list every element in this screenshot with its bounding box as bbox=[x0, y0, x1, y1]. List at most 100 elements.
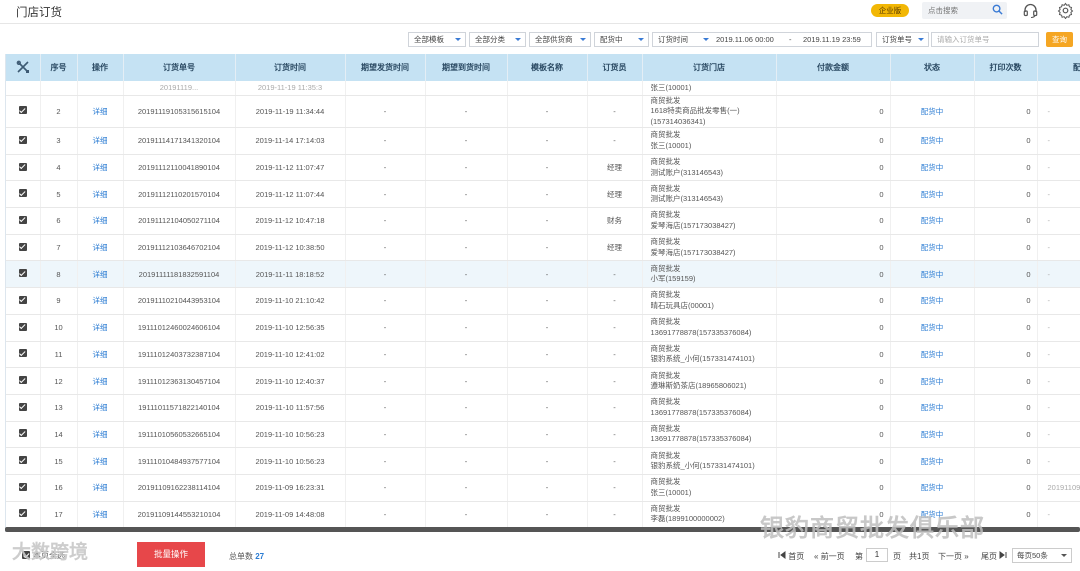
row-checkbox[interactable] bbox=[18, 322, 27, 331]
cell-op[interactable]: 详细 bbox=[77, 474, 124, 502]
row-checkbox[interactable] bbox=[18, 349, 27, 358]
cell-status[interactable]: 配货中 bbox=[890, 367, 975, 395]
table-row[interactable]: 16 详细 20191109162238114104 2019-11-09 16:23… bbox=[6, 474, 1080, 502]
row-checkbox-cell[interactable] bbox=[6, 394, 41, 422]
table-row[interactable]: 13 详细 191110115718221401​04 2019-11-10 11:5… bbox=[6, 394, 1080, 422]
cell-op[interactable]: 详细 bbox=[77, 287, 124, 315]
col-order-time[interactable]: 订货时间 bbox=[235, 54, 346, 81]
date-end[interactable]: 2019.11.19 23:59 bbox=[803, 33, 861, 46]
table-row[interactable]: 10 详细 191110124600246061​04 2019-11-10 12:5… bbox=[6, 314, 1080, 342]
row-checkbox[interactable] bbox=[18, 269, 27, 278]
row-checkbox-cell[interactable] bbox=[6, 447, 41, 475]
cell-op[interactable]: 详细 bbox=[77, 394, 124, 422]
status-dropdown[interactable]: 配货中 bbox=[594, 32, 649, 47]
time-type-label[interactable]: 订货时间 bbox=[658, 33, 688, 46]
cell-op[interactable]: 详细 bbox=[77, 207, 124, 235]
table-row[interactable]: 14 详细 191110105605326651​04 2019-11-10 10:5… bbox=[6, 421, 1080, 449]
row-checkbox-cell[interactable] bbox=[6, 341, 41, 369]
table-row[interactable]: 7 详细 20191112103646702104 2019-11-12 10:38:… bbox=[6, 234, 1080, 262]
cell-op[interactable]: 详细 bbox=[77, 95, 124, 128]
cell-op[interactable]: 详细 bbox=[77, 314, 124, 342]
column-settings-header[interactable] bbox=[6, 54, 41, 81]
cell-status[interactable]: 配货中 bbox=[890, 127, 975, 155]
col-pick-no[interactable]: 配货单号 bbox=[1037, 54, 1080, 81]
col-prints[interactable]: 打印次数 bbox=[974, 54, 1038, 81]
row-checkbox-cell[interactable] bbox=[6, 234, 41, 262]
table-row[interactable]: 4 详细 20191112110041890104 2019-11-12 11:07:… bbox=[6, 154, 1080, 182]
col-amount[interactable]: 付款金额 bbox=[776, 54, 891, 81]
cell-status[interactable]: 配货中 bbox=[890, 207, 975, 235]
cell-op[interactable]: 详细 bbox=[77, 180, 124, 209]
cell-status[interactable]: 配货中 bbox=[890, 314, 975, 342]
col-expect-ship[interactable]: 期望发货时间 bbox=[345, 54, 426, 81]
row-checkbox[interactable] bbox=[18, 429, 27, 438]
cell-status[interactable]: 配货中 bbox=[890, 474, 975, 502]
row-checkbox-cell[interactable] bbox=[6, 127, 41, 155]
date-range-picker[interactable]: 订货时间 2019.11.06 00:00 - 2019.11.19 23:59 bbox=[652, 32, 872, 47]
cell-op[interactable]: 详细 bbox=[77, 154, 124, 182]
wrench-icon[interactable] bbox=[16, 60, 30, 74]
search-input[interactable] bbox=[922, 2, 986, 19]
query-button[interactable]: 查询 bbox=[1046, 32, 1073, 47]
cell-status[interactable]: 配货中 bbox=[890, 421, 975, 449]
cell-op[interactable]: 详细 bbox=[77, 260, 124, 289]
col-expect-arrive[interactable]: 期望到货时间 bbox=[425, 54, 508, 81]
cell-status[interactable]: 配货中 bbox=[890, 95, 975, 128]
row-checkbox-cell[interactable] bbox=[6, 314, 41, 342]
last-page-link[interactable]: 尾页 bbox=[981, 551, 1007, 562]
row-checkbox-cell[interactable] bbox=[6, 287, 41, 315]
row-checkbox[interactable] bbox=[18, 402, 27, 411]
row-checkbox[interactable] bbox=[18, 242, 27, 251]
order-number-input[interactable]: 请输入订货单号 bbox=[931, 32, 1039, 47]
cell-op[interactable]: 详细 bbox=[77, 501, 124, 529]
cell-op[interactable]: 详细 bbox=[77, 127, 124, 155]
table-row[interactable]: 5 详细 20191112110201570104 2019-11-12 11:07:… bbox=[6, 180, 1080, 209]
table-row[interactable]: 9 详细 20191110210443953104 2019-11-10 21:10:… bbox=[6, 287, 1080, 315]
col-order-no[interactable]: 订货单号 bbox=[123, 54, 236, 81]
gear-icon[interactable] bbox=[1057, 2, 1074, 20]
col-store[interactable]: 订货门店 bbox=[642, 54, 777, 81]
table-row[interactable]: 6 详细 20191112104050271104 2019-11-12 10:47:… bbox=[6, 207, 1080, 235]
row-checkbox-cell[interactable] bbox=[6, 81, 41, 96]
cell-status[interactable]: 配货中 bbox=[890, 154, 975, 182]
prev-page-link[interactable]: « 前一页 bbox=[814, 551, 845, 562]
row-checkbox[interactable] bbox=[18, 106, 27, 115]
cell-status[interactable]: 配货中 bbox=[890, 287, 975, 315]
cell-status[interactable]: 配货中 bbox=[890, 341, 975, 369]
cell-op[interactable]: 详细 bbox=[77, 367, 124, 395]
page-number-input[interactable]: 1 bbox=[866, 548, 888, 562]
global-search[interactable] bbox=[922, 2, 1007, 19]
row-checkbox[interactable] bbox=[18, 162, 27, 171]
enterprise-badge[interactable]: 企业版 bbox=[871, 4, 909, 17]
row-checkbox[interactable] bbox=[18, 456, 27, 465]
col-status[interactable]: 状态 bbox=[890, 54, 975, 81]
col-op[interactable]: 操作 bbox=[77, 54, 124, 81]
headset-icon[interactable] bbox=[1022, 2, 1039, 19]
row-checkbox-cell[interactable] bbox=[6, 421, 41, 449]
table-row[interactable]: 8 详细 20191111181832591104 2019-11-11 18:18:… bbox=[6, 260, 1080, 289]
batch-operation-button[interactable]: 批量操作 bbox=[137, 542, 205, 567]
row-checkbox[interactable] bbox=[18, 376, 27, 385]
col-seq[interactable]: 序号 bbox=[40, 54, 78, 81]
cell-op[interactable]: 详细 bbox=[77, 447, 124, 475]
cell-op[interactable]: 详细 bbox=[77, 341, 124, 369]
cell-status[interactable]: 配货中 bbox=[890, 447, 975, 475]
table-row[interactable]: 15 详细 191110104849375771​04 2019-11-10 10:5… bbox=[6, 447, 1080, 475]
table-row[interactable]: 2 详细 20191119105315615104 2019-11-19 11:34:… bbox=[6, 95, 1080, 128]
order-type-dropdown[interactable]: 订货单号 bbox=[876, 32, 929, 47]
next-page-link[interactable]: 下一页 » bbox=[938, 551, 969, 562]
row-checkbox[interactable] bbox=[18, 482, 27, 491]
row-checkbox-cell[interactable] bbox=[6, 180, 41, 209]
first-page-link[interactable]: 首页 bbox=[778, 551, 804, 562]
row-checkbox-cell[interactable] bbox=[6, 474, 41, 502]
category-dropdown[interactable]: 全部分类 bbox=[469, 32, 526, 47]
row-checkbox[interactable] bbox=[18, 295, 27, 304]
row-checkbox-cell[interactable] bbox=[6, 207, 41, 235]
row-checkbox[interactable] bbox=[18, 215, 27, 224]
cell-status[interactable]: 配货中 bbox=[890, 234, 975, 262]
supplier-dropdown[interactable]: 全部供货商 bbox=[529, 32, 591, 47]
row-checkbox[interactable] bbox=[18, 135, 27, 144]
table-row[interactable]: 3 详细 20191114171341320104 2019-11-14 17:14:… bbox=[6, 127, 1080, 155]
date-start[interactable]: 2019.11.06 00:00 bbox=[716, 33, 774, 46]
row-checkbox-cell[interactable] bbox=[6, 154, 41, 182]
